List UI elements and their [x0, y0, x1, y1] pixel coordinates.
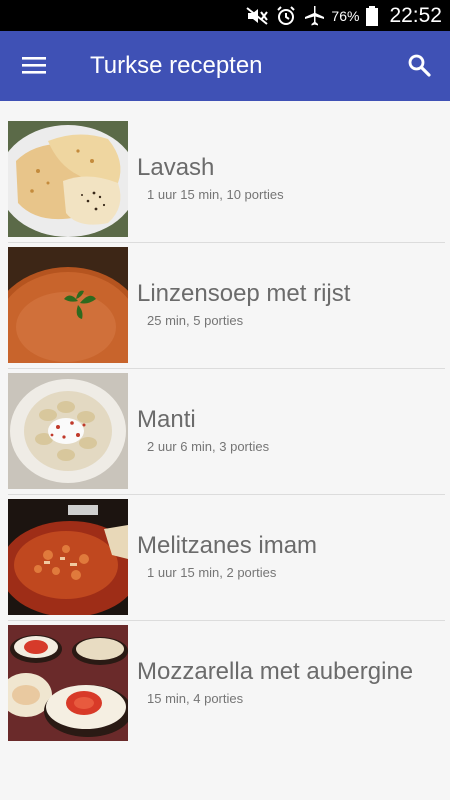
recipe-details: 2 uur 6 min, 3 porties: [147, 439, 270, 454]
list-item[interactable]: Lavash 1 uur 15 min, 10 porties: [0, 117, 450, 243]
app-toolbar: Turkse recepten: [0, 31, 450, 101]
recipe-title: Melitzanes imam: [137, 532, 318, 559]
list-item[interactable]: Manti 2 uur 6 min, 3 porties: [0, 369, 450, 495]
status-bar: 76% 22:52: [0, 0, 450, 31]
recipe-thumbnail: [8, 247, 128, 363]
recipe-list: Lavash 1 uur 15 min, 10 porties Linzenso…: [0, 117, 450, 747]
recipe-title: Manti: [137, 406, 196, 433]
search-button[interactable]: [398, 47, 440, 87]
battery-percent: 76%: [331, 7, 360, 24]
recipe-details: 15 min, 4 porties: [147, 691, 244, 706]
hamburger-menu-icon: [22, 55, 46, 80]
list-item[interactable]: Mozzarella met aubergine 15 min, 4 porti…: [0, 621, 450, 747]
menu-button[interactable]: [14, 47, 54, 87]
recipe-title: Mozzarella met aubergine: [137, 658, 414, 685]
recipe-thumbnail: [8, 373, 128, 489]
alarm-icon: [275, 5, 297, 27]
list-item[interactable]: Melitzanes imam 1 uur 15 min, 2 porties: [0, 495, 450, 621]
page-title: Turkse recepten: [90, 52, 263, 79]
search-icon: [407, 53, 431, 82]
recipe-details: 1 uur 15 min, 2 porties: [147, 565, 277, 580]
recipe-details: 1 uur 15 min, 10 porties: [147, 187, 284, 202]
mute-icon: [245, 6, 269, 26]
recipe-title: Linzensoep met rijst: [137, 280, 351, 307]
airplane-icon: [303, 5, 325, 27]
status-icons: 76% 22:52: [245, 0, 442, 31]
battery-icon: [365, 5, 379, 27]
recipe-thumbnail: [8, 625, 128, 741]
clock: 22:52: [389, 3, 442, 27]
recipe-thumbnail: [8, 499, 128, 615]
recipe-thumbnail: [8, 121, 128, 237]
recipe-details: 25 min, 5 porties: [147, 313, 244, 328]
list-item[interactable]: Linzensoep met rijst 25 min, 5 porties: [0, 243, 450, 369]
recipe-title: Lavash: [137, 154, 215, 181]
